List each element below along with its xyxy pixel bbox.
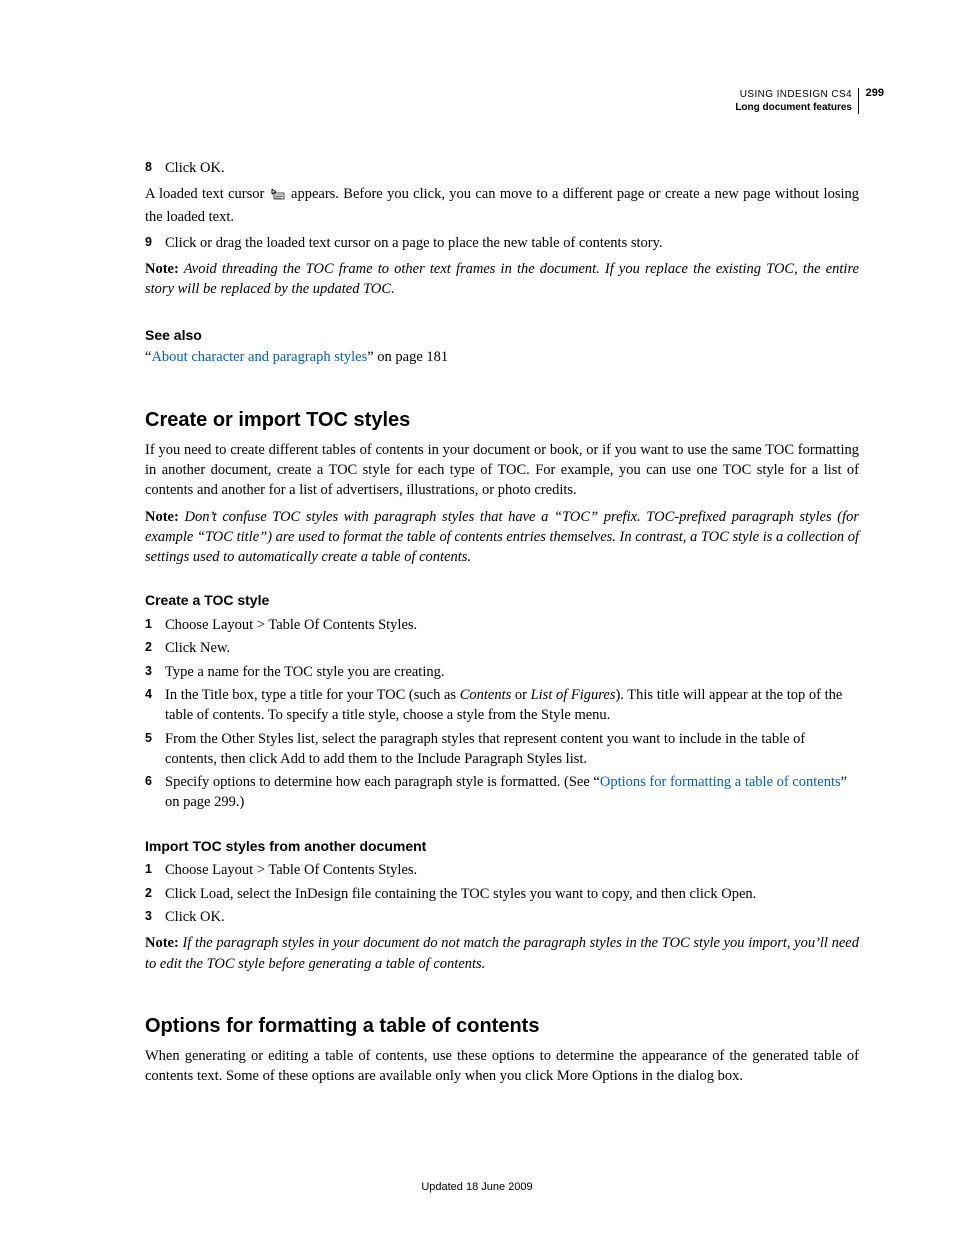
step-number: 3: [145, 662, 165, 682]
link-options-formatting-toc[interactable]: Options for formatting a table of conten…: [600, 774, 841, 790]
italic-contents: Contents: [460, 687, 512, 703]
step-text: Click or drag the loaded text cursor on …: [165, 233, 859, 253]
note-label: Note:: [145, 935, 179, 951]
see-also-link-line: “About character and paragraph styles” o…: [145, 347, 859, 367]
header-section: Long document features: [735, 101, 852, 114]
loaded-text-cursor-icon: [271, 186, 285, 206]
text-fragment: Specify options to determine how each pa…: [165, 774, 600, 790]
text-fragment: In the Title box, type a title for your …: [165, 687, 460, 703]
step-number: 1: [145, 860, 165, 880]
step-text: Choose Layout > Table Of Contents Styles…: [165, 615, 859, 635]
heading-create-import-toc-styles: Create or import TOC styles: [145, 406, 859, 434]
footer-updated: Updated 18 June 2009: [0, 1180, 954, 1195]
page: USING INDESIGN CS4 Long document feature…: [0, 0, 954, 1235]
header-product: USING INDESIGN CS4: [735, 88, 852, 101]
step-text: Type a name for the TOC style you are cr…: [165, 662, 859, 682]
options-paragraph: When generating or editing a table of co…: [145, 1046, 859, 1087]
note-label: Note:: [145, 509, 179, 525]
create-step-2: 2 Click New.: [145, 638, 859, 658]
step-number: 3: [145, 907, 165, 927]
step-8: 8 Click OK.: [145, 158, 859, 178]
step-text: In the Title box, type a title for your …: [165, 685, 859, 726]
subheading-create-toc-style: Create a TOC style: [145, 591, 859, 611]
create-step-3: 3 Type a name for the TOC style you are …: [145, 662, 859, 682]
step-number: 4: [145, 685, 165, 726]
loaded-cursor-para: A loaded text cursor appears. Before you…: [145, 184, 859, 227]
step-number: 8: [145, 158, 165, 178]
step-text: From the Other Styles list, select the p…: [165, 729, 859, 770]
see-also-heading: See also: [145, 326, 859, 346]
link-character-paragraph-styles[interactable]: About character and paragraph styles: [151, 349, 367, 365]
step-number: 9: [145, 233, 165, 253]
step-number: 6: [145, 772, 165, 813]
running-header: USING INDESIGN CS4 Long document feature…: [735, 88, 859, 114]
note-label: Note:: [145, 261, 179, 277]
step-number: 2: [145, 884, 165, 904]
step-number: 2: [145, 638, 165, 658]
step-text: Specify options to determine how each pa…: [165, 772, 859, 813]
step-number: 1: [145, 615, 165, 635]
create-step-1: 1 Choose Layout > Table Of Contents Styl…: [145, 615, 859, 635]
step-text: Click New.: [165, 638, 859, 658]
note-toc-confusion: Note: Don’t confuse TOC styles with para…: [145, 507, 859, 568]
import-step-1: 1 Choose Layout > Table Of Contents Styl…: [145, 860, 859, 880]
import-step-2: 2 Click Load, select the InDesign file c…: [145, 884, 859, 904]
note-threading: Note: Avoid threading the TOC frame to o…: [145, 259, 859, 300]
note-paragraph-styles-mismatch: Note: If the paragraph styles in your do…: [145, 933, 859, 974]
quote-close-pageref: ” on page 181: [367, 349, 448, 365]
text-fragment: A loaded text cursor: [145, 186, 269, 202]
heading-options-formatting-toc: Options for formatting a table of conten…: [145, 1012, 859, 1040]
note-text: If the paragraph styles in your document…: [145, 935, 859, 971]
text-fragment: or: [511, 687, 530, 703]
create-step-4: 4 In the Title box, type a title for you…: [145, 685, 859, 726]
page-number: 299: [866, 86, 884, 101]
step-number: 5: [145, 729, 165, 770]
step-text: Click Load, select the InDesign file con…: [165, 884, 859, 904]
body-content: 8 Click OK. A loaded text cursor appears…: [145, 158, 859, 1086]
subheading-import-toc-styles: Import TOC styles from another document: [145, 837, 859, 857]
import-step-3: 3 Click OK.: [145, 907, 859, 927]
intro-paragraph: If you need to create different tables o…: [145, 440, 859, 501]
create-step-5: 5 From the Other Styles list, select the…: [145, 729, 859, 770]
note-text: Don’t confuse TOC styles with paragraph …: [145, 509, 859, 566]
note-text: Avoid threading the TOC frame to other t…: [145, 261, 859, 297]
step-text: Choose Layout > Table Of Contents Styles…: [165, 860, 859, 880]
step-text: Click OK.: [165, 158, 859, 178]
step-9: 9 Click or drag the loaded text cursor o…: [145, 233, 859, 253]
create-step-6: 6 Specify options to determine how each …: [145, 772, 859, 813]
italic-list-of-figures: List of Figures: [531, 687, 616, 703]
step-text: Click OK.: [165, 907, 859, 927]
